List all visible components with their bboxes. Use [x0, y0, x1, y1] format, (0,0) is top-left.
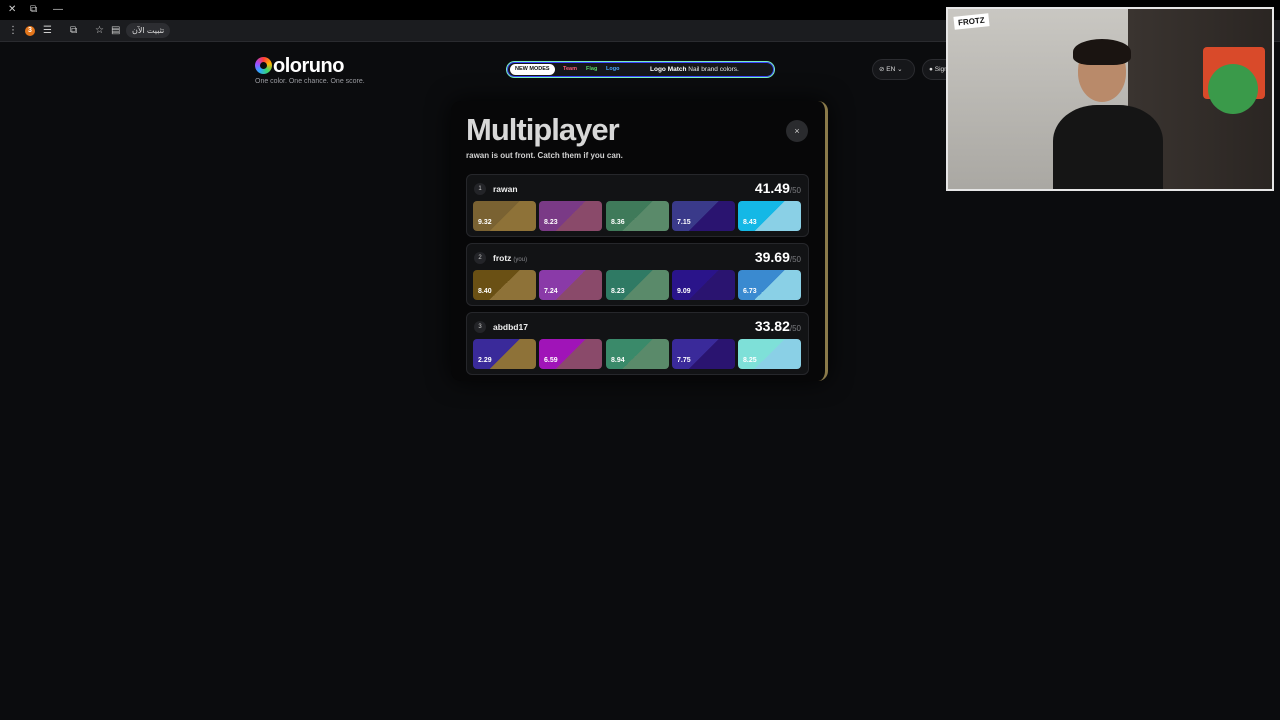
round-score: 8.25	[743, 357, 757, 364]
player-rank: 2	[474, 252, 486, 264]
player-name-text: rawan	[493, 184, 518, 194]
language-selector[interactable]: ⊘ EN ⌄	[872, 59, 915, 80]
round-swatch[interactable]: 2.29	[473, 339, 536, 369]
tagline: One color. One chance. One score.	[255, 78, 365, 85]
round-swatch[interactable]: 7.24	[539, 270, 602, 300]
extension-icon[interactable]: ☰	[43, 24, 52, 38]
promo-text: Logo Match Nail brand colors.	[650, 65, 739, 74]
round-swatch[interactable]: 6.59	[539, 339, 602, 369]
mode-chip-flag[interactable]: Flag	[582, 64, 601, 75]
new-modes-banner[interactable]: NEW MODES Team Flag Logo Logo Match Nail…	[506, 61, 775, 78]
score-value: 33.82	[754, 318, 790, 334]
round-score: 6.73	[743, 288, 757, 295]
round-swatch[interactable]: 8.25	[738, 339, 801, 369]
player-name: rawan	[493, 183, 518, 195]
round-score: 7.15	[677, 219, 691, 226]
player-name: abdbd17	[493, 321, 528, 333]
menu-dots-icon[interactable]: ⋮	[8, 24, 18, 38]
round-score: 8.43	[743, 219, 757, 226]
player-score: 33.82/50	[755, 317, 801, 338]
player-score: 39.69/50	[755, 248, 801, 269]
round-swatch[interactable]: 8.23	[539, 201, 602, 231]
round-swatch[interactable]: 8.40	[473, 270, 536, 300]
score-value: 41.49	[754, 180, 790, 196]
user-icon: ●	[929, 66, 933, 73]
close-window-icon[interactable]: ✕	[8, 3, 16, 17]
round-score: 8.36	[611, 219, 625, 226]
extension-badge[interactable]: 3	[25, 26, 35, 36]
player-card: 3 abdbd17 33.82/50 2.29 6.59 8.94 7.75 8.25	[466, 312, 809, 375]
round-score: 2.29	[478, 357, 492, 364]
round-swatch[interactable]: 8.94	[606, 339, 669, 369]
streamer	[1053, 39, 1163, 189]
score-value: 39.69	[754, 249, 790, 265]
install-button[interactable]: تثبيت الآن	[126, 23, 171, 38]
restore-window-icon[interactable]: ⧉	[30, 3, 37, 17]
round-swatch[interactable]: 8.23	[606, 270, 669, 300]
player-score: 41.49/50	[755, 179, 801, 200]
star-icon[interactable]: ☆	[95, 24, 104, 38]
round-swatch[interactable]: 8.36	[606, 201, 669, 231]
score-max: /50	[789, 255, 801, 264]
player-name-text: frotz	[493, 253, 512, 263]
modal-subtitle: rawan is out front. Catch them if you ca…	[466, 151, 623, 160]
score-max: /50	[789, 324, 801, 333]
round-swatch[interactable]: 9.09	[672, 270, 735, 300]
player-rank: 1	[474, 183, 486, 195]
puzzle-icon[interactable]: ⧉	[70, 24, 77, 38]
round-swatch[interactable]: 8.43	[738, 201, 801, 231]
globe-icon: ⊘	[879, 66, 885, 73]
round-swatch[interactable]: 7.75	[672, 339, 735, 369]
round-score: 8.23	[544, 219, 558, 226]
round-score: 9.09	[677, 288, 691, 295]
player-card: 2 frotz (you) 39.69/50 8.40 7.24 8.23 9.09 6.73	[466, 243, 809, 306]
round-score: 8.40	[478, 288, 492, 295]
logo-text: oloruno	[273, 55, 344, 77]
round-score: 8.94	[611, 357, 625, 364]
player-name: frotz (you)	[493, 252, 527, 266]
player-name-text: abdbd17	[493, 322, 528, 332]
site-logo[interactable]: oloruno	[255, 55, 344, 78]
reading-mode-icon[interactable]: ▤	[111, 24, 120, 38]
chevron-down-icon: ⌄	[897, 66, 903, 73]
round-swatch[interactable]: 6.73	[738, 270, 801, 300]
minimize-window-icon[interactable]: —	[53, 3, 63, 17]
mode-chip-team[interactable]: Team	[559, 64, 581, 75]
round-score: 7.24	[544, 288, 558, 295]
logo-ring-icon	[255, 57, 272, 74]
round-score: 6.59	[544, 357, 558, 364]
player-rank: 3	[474, 321, 486, 333]
player-card: 1 rawan 41.49/50 9.32 8.23 8.36 7.15 8.43	[466, 174, 809, 237]
webcam-overlay: FROTZ	[946, 7, 1274, 191]
language-label: EN	[886, 66, 896, 73]
score-max: /50	[789, 186, 801, 195]
mode-chip-logo[interactable]: Logo	[602, 64, 623, 75]
round-score: 9.32	[478, 219, 492, 226]
new-modes-badge: NEW MODES	[510, 64, 555, 75]
round-swatch[interactable]: 7.15	[672, 201, 735, 231]
close-button[interactable]: ×	[786, 120, 808, 142]
promo-desc: Nail brand colors.	[688, 66, 739, 73]
round-score: 8.23	[611, 288, 625, 295]
modal-title: Multiplayer	[466, 112, 620, 147]
promo-title: Logo Match	[650, 66, 687, 73]
round-swatch[interactable]: 9.32	[473, 201, 536, 231]
multiplayer-modal: Multiplayer rawan is out front. Catch th…	[451, 101, 828, 381]
you-label: (you)	[513, 257, 528, 263]
round-score: 7.75	[677, 357, 691, 364]
cam-plant	[1208, 64, 1258, 114]
